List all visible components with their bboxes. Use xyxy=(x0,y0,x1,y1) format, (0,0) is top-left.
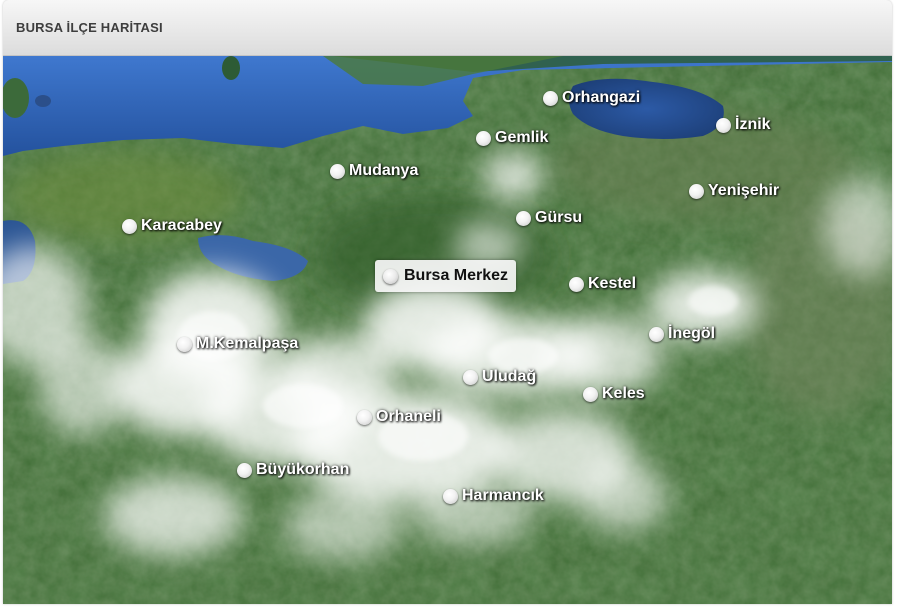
district-label: Mudanya xyxy=(349,162,419,179)
district-marker-buyukorhan[interactable]: Büyükorhan xyxy=(237,458,349,482)
district-marker-uludag[interactable]: Uludağ xyxy=(463,365,536,389)
location-dot-icon xyxy=(689,183,704,199)
location-dot-icon xyxy=(476,130,491,146)
location-dot-icon xyxy=(516,210,531,226)
location-dot-icon xyxy=(649,326,664,342)
district-marker-karacabey[interactable]: Karacabey xyxy=(122,214,222,238)
district-label: Orhangazi xyxy=(562,89,641,106)
district-label: İznik xyxy=(735,116,771,133)
location-dot-icon xyxy=(443,488,458,504)
location-dot-icon xyxy=(357,409,372,425)
district-marker-mudanya[interactable]: Mudanya xyxy=(330,159,418,183)
district-label: Gemlik xyxy=(495,129,549,146)
district-label: Gürsu xyxy=(535,209,583,226)
district-marker-inegol[interactable]: İnegöl xyxy=(649,322,715,346)
district-marker-gursu[interactable]: Gürsu xyxy=(516,206,582,230)
district-label: Uludağ xyxy=(482,368,537,385)
district-label: Orhaneli xyxy=(376,408,441,425)
district-marker-orhaneli[interactable]: Orhaneli xyxy=(357,405,441,429)
location-dot-icon xyxy=(122,218,137,234)
map-panel: BURSA İLÇE HARİTASI Orhangazi İznik Geml… xyxy=(3,0,892,604)
district-marker-bursa-merkez[interactable]: Bursa Merkez xyxy=(375,260,517,292)
district-marker-yenisehir[interactable]: Yenişehir xyxy=(689,179,779,203)
location-dot-icon xyxy=(330,163,345,179)
district-marker-keles[interactable]: Keles xyxy=(583,382,645,406)
district-label: Bursa Merkez xyxy=(404,267,509,284)
district-marker-gemlik[interactable]: Gemlik xyxy=(476,126,548,150)
location-dot-icon xyxy=(569,276,584,292)
satellite-map-image xyxy=(3,56,892,604)
district-label: Keles xyxy=(602,385,645,402)
district-label: İnegöl xyxy=(668,325,716,342)
location-dot-icon xyxy=(716,117,731,133)
location-dot-icon xyxy=(543,90,558,106)
district-marker-kestel[interactable]: Kestel xyxy=(569,272,636,296)
district-map: Orhangazi İznik Gemlik Mudanya Yenişehir Gürs… xyxy=(3,56,892,604)
district-marker-iznik[interactable]: İznik xyxy=(716,113,771,137)
location-dot-icon xyxy=(237,462,252,478)
location-dot-icon xyxy=(177,336,192,352)
district-label: M.Kemalpaşa xyxy=(196,335,299,352)
district-label: Yenişehir xyxy=(708,182,780,199)
location-dot-icon xyxy=(463,369,478,385)
page-title: BURSA İLÇE HARİTASI xyxy=(16,20,163,35)
district-marker-m-kemalpasa[interactable]: M.Kemalpaşa xyxy=(177,332,298,356)
location-dot-icon xyxy=(583,386,598,402)
district-label: Karacabey xyxy=(141,217,222,234)
district-label: Kestel xyxy=(588,275,637,292)
district-label: Büyükorhan xyxy=(256,461,350,478)
panel-header: BURSA İLÇE HARİTASI xyxy=(3,0,892,56)
district-label: Harmancık xyxy=(462,487,544,504)
district-marker-harmancik[interactable]: Harmancık xyxy=(443,484,544,508)
district-marker-orhangazi[interactable]: Orhangazi xyxy=(543,86,640,110)
location-dot-icon xyxy=(383,268,398,284)
